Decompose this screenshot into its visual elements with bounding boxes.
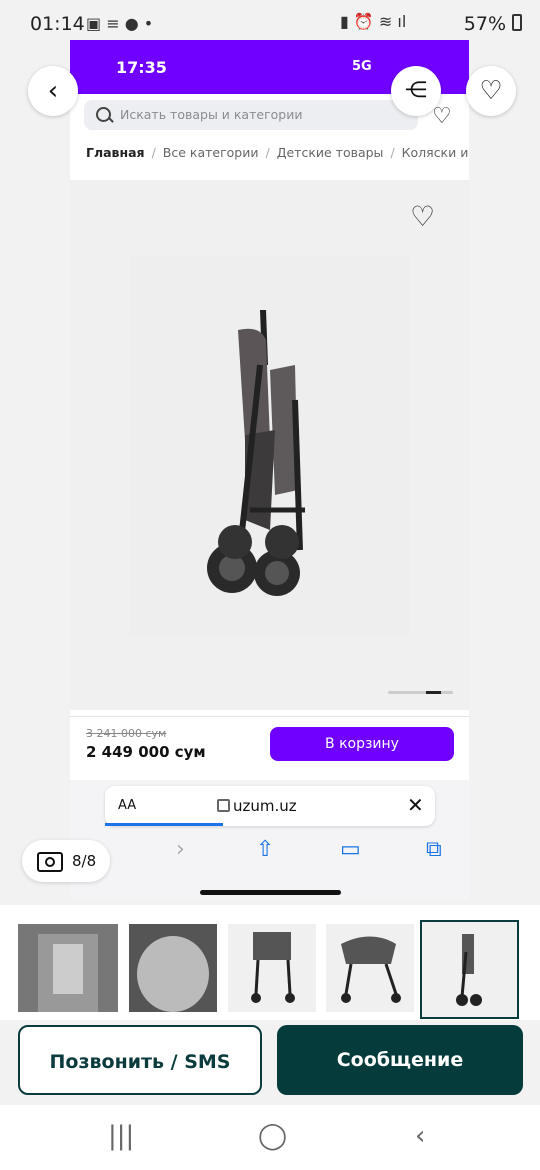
heart-icon[interactable]: ♡	[432, 104, 452, 129]
photo-counter: 8/8	[22, 840, 110, 882]
thumbnail-strip	[0, 905, 540, 1020]
breadcrumb-item[interactable]: Главная	[86, 145, 145, 160]
carousel-indicator	[388, 691, 453, 694]
search-input[interactable]: Искать товары и категории	[84, 100, 418, 130]
ios-home-indicator	[200, 890, 341, 895]
recents-icon[interactable]: |||	[108, 1121, 134, 1151]
message-button[interactable]: Сообщение	[277, 1025, 523, 1095]
reader-aa-button[interactable]: AA	[118, 798, 136, 813]
product-screenshot[interactable]: 17:35 5G Искать товары и категории ♡ Гла…	[70, 40, 469, 900]
browser-toolbar: AA uzum.uz ✕ › ⇧ ▭ ⧉	[70, 780, 469, 900]
system-icons: ▮ ⏰ ≋ ıl	[340, 12, 407, 31]
status-bar: 01:14 ▣ ≡ ● • ▮ ⏰ ≋ ıl 57%	[0, 0, 540, 44]
breadcrumb-item[interactable]: Все категории	[163, 145, 259, 160]
favorite-heart-icon[interactable]: ♡	[410, 200, 435, 233]
photo-count: 8/8	[72, 852, 97, 870]
product-image-area[interactable]	[70, 180, 469, 710]
thumbnail[interactable]	[18, 924, 118, 1012]
ios-network: 5G	[352, 59, 372, 74]
price-panel: 3 241 000 сум 2 449 000 сум В корзину	[70, 716, 469, 779]
home-icon[interactable]: ◯	[258, 1121, 287, 1151]
share-up-icon[interactable]: ⇧	[256, 837, 274, 862]
load-progress	[105, 823, 223, 826]
forward-icon[interactable]: ›	[176, 837, 185, 862]
current-price: 2 449 000 сум	[86, 743, 206, 761]
thumbnail[interactable]	[129, 924, 217, 1012]
status-time: 01:14	[30, 13, 85, 35]
old-price: 3 241 000 сум	[86, 727, 167, 740]
address-bar[interactable]: AA uzum.uz ✕	[105, 786, 435, 826]
share-icon[interactable]: ⋲	[391, 66, 441, 116]
back-arrow-icon[interactable]: ‹	[28, 66, 78, 116]
call-sms-button[interactable]: Позвонить / SMS	[18, 1025, 262, 1095]
search-placeholder: Искать товары и категории	[120, 107, 303, 122]
camera-icon	[37, 852, 63, 872]
breadcrumb: Главная / Все категории / Детские товары / Кол…	[86, 145, 469, 160]
battery-level: 57%	[463, 13, 506, 35]
tabs-icon[interactable]: ⧉	[426, 837, 442, 862]
heart-icon[interactable]: ♡	[466, 66, 516, 116]
battery-icon	[512, 14, 522, 31]
thumbnail[interactable]	[228, 924, 316, 1012]
thumbnail[interactable]	[326, 924, 414, 1012]
ios-time: 17:35	[116, 58, 167, 77]
android-nav-bar: ||| ◯ ‹	[0, 1105, 540, 1170]
back-icon[interactable]: ‹	[415, 1121, 425, 1151]
breadcrumb-item[interactable]: Детские товары	[277, 145, 384, 160]
book-icon[interactable]: ▭	[340, 837, 361, 862]
notification-icons: ▣ ≡ ● •	[86, 14, 154, 33]
url-text: uzum.uz	[233, 797, 297, 815]
thumbnail-selected[interactable]	[420, 920, 519, 1019]
stroller-image	[130, 255, 410, 635]
close-icon[interactable]: ✕	[407, 793, 424, 817]
lock-icon	[217, 799, 230, 812]
breadcrumb-item[interactable]: Коляски и	[402, 145, 469, 160]
search-icon	[96, 107, 111, 122]
add-to-cart-button[interactable]: В корзину	[270, 727, 454, 761]
